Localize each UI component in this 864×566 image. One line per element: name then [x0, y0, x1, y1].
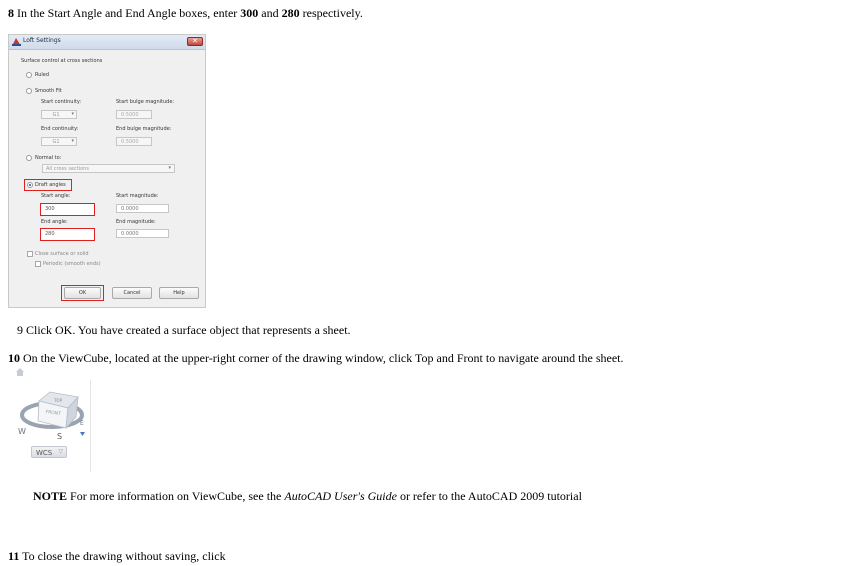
- draft-angles-radio[interactable]: [27, 182, 33, 188]
- start-bulge-input[interactable]: 0.5000: [116, 110, 152, 119]
- note-guide-title: AutoCAD User's Guide: [284, 489, 397, 503]
- step-9-number: 9: [17, 323, 23, 337]
- note-label: NOTE: [33, 489, 68, 503]
- wcs-menu[interactable]: WCS ▽: [31, 446, 67, 458]
- chevron-down-icon: ▾: [71, 138, 74, 144]
- dialog-close-button[interactable]: ✕: [187, 37, 203, 46]
- step-8-text: In the Start Angle and End Angle boxes, …: [17, 6, 241, 20]
- dialog-title: Loft Settings: [23, 37, 61, 44]
- normal-to-select[interactable]: All cross sections ▾: [42, 164, 175, 173]
- note-text: For more information on ViewCube, see th…: [70, 489, 285, 503]
- cube-top-label: TOP: [53, 398, 63, 403]
- step-11-text: To close the drawing without saving, cli…: [22, 549, 226, 563]
- viewcube-frame-line: [90, 380, 91, 472]
- cancel-button[interactable]: Cancel: [112, 287, 152, 299]
- start-magnitude-label: Start magnitude:: [116, 193, 159, 199]
- compass-east-label[interactable]: E: [80, 420, 84, 427]
- loft-settings-dialog: Loft Settings ✕ Surface control at cross…: [8, 34, 206, 308]
- ruled-radio[interactable]: [26, 72, 32, 78]
- smooth-fit-label: Smooth Fit: [35, 88, 62, 94]
- step-8-text-end: respectively.: [299, 6, 363, 20]
- periodic-checkbox[interactable]: [35, 261, 41, 267]
- viewcube-menu-arrow-icon[interactable]: [80, 432, 85, 436]
- end-bulge-value: 0.5000: [121, 139, 139, 145]
- end-continuity-value: G1: [52, 139, 60, 145]
- chevron-down-icon: ▽: [58, 448, 63, 455]
- cancel-button-label: Cancel: [123, 290, 141, 296]
- start-angle-value: 300: [45, 206, 55, 212]
- end-continuity-select[interactable]: G1 ▾: [41, 137, 77, 146]
- step-11: 11 To close the drawing without saving, …: [8, 549, 226, 564]
- end-magnitude-value: 0.0000: [121, 231, 139, 237]
- close-icon: ✕: [192, 37, 198, 45]
- normal-to-value: All cross sections: [46, 166, 89, 172]
- step-10-text: On the ViewCube, located at the upper-ri…: [23, 351, 624, 365]
- dialog-title-bar: Loft Settings ✕: [9, 35, 205, 50]
- ok-button[interactable]: OK: [64, 287, 101, 299]
- end-magnitude-label: End magnitude:: [116, 219, 156, 225]
- home-icon[interactable]: [16, 368, 24, 376]
- smooth-fit-radio[interactable]: [26, 88, 32, 94]
- chevron-down-icon: ▾: [71, 111, 74, 117]
- note: NOTE For more information on ViewCube, s…: [33, 489, 582, 504]
- end-continuity-label: End continuity:: [41, 126, 79, 132]
- step-10-number: 10: [8, 351, 20, 365]
- draft-angles-label: Draft angles: [35, 182, 66, 188]
- start-continuity-select[interactable]: G1 ▾: [41, 110, 77, 119]
- close-surface-checkbox[interactable]: [27, 251, 33, 257]
- start-continuity-label: Start continuity:: [41, 99, 82, 105]
- start-bulge-label: Start bulge magnitude:: [116, 99, 175, 105]
- step-8-value-1: 300: [240, 6, 259, 20]
- start-bulge-value: 0.5000: [121, 112, 139, 118]
- step-8-value-2: 280: [281, 6, 300, 20]
- step-8-number: 8: [8, 6, 14, 20]
- normal-to-label: Normal to:: [35, 155, 62, 161]
- section-label: Surface control at cross sections: [21, 58, 103, 64]
- step-10: 10 On the ViewCube, located at the upper…: [8, 351, 623, 366]
- wcs-label: WCS: [36, 449, 53, 457]
- ok-button-label: OK: [78, 290, 87, 296]
- step-9-text: Click OK. You have created a surface obj…: [26, 323, 351, 337]
- help-button[interactable]: Help: [159, 287, 199, 299]
- step-11-number: 11: [8, 549, 20, 563]
- compass-south-label[interactable]: S: [57, 432, 62, 441]
- chevron-down-icon: ▾: [168, 165, 171, 171]
- end-angle-input[interactable]: 280: [40, 228, 95, 241]
- start-angle-label: Start angle:: [41, 193, 71, 199]
- ruled-label: Ruled: [35, 72, 50, 78]
- end-angle-value: 280: [45, 231, 55, 237]
- viewcube: TOP FRONT W E S: [16, 368, 85, 441]
- start-continuity-value: G1: [52, 112, 60, 118]
- end-angle-label: End angle:: [41, 219, 68, 225]
- normal-to-radio[interactable]: [26, 155, 32, 161]
- end-magnitude-input[interactable]: 0.0000: [116, 229, 169, 238]
- autocad-app-icon: [12, 38, 21, 46]
- periodic-label: Periodic (smooth ends): [43, 261, 101, 267]
- step-8: 8 In the Start Angle and End Angle boxes…: [8, 6, 363, 21]
- start-magnitude-input[interactable]: 0.0000: [116, 204, 169, 213]
- note-text-end: or refer to the AutoCAD 2009 tutorial: [396, 489, 582, 503]
- end-bulge-label: End bulge magnitude:: [116, 126, 172, 132]
- step-9: 9 Click OK. You have created a surface o…: [17, 323, 351, 338]
- step-8-text-mid: and: [258, 6, 282, 20]
- end-bulge-input[interactable]: 0.5000: [116, 137, 152, 146]
- compass-west-label[interactable]: W: [18, 427, 26, 436]
- close-surface-label: Close surface or solid: [35, 251, 89, 257]
- start-magnitude-value: 0.0000: [121, 206, 139, 212]
- help-button-label: Help: [173, 290, 185, 296]
- start-angle-input[interactable]: 300: [40, 203, 95, 216]
